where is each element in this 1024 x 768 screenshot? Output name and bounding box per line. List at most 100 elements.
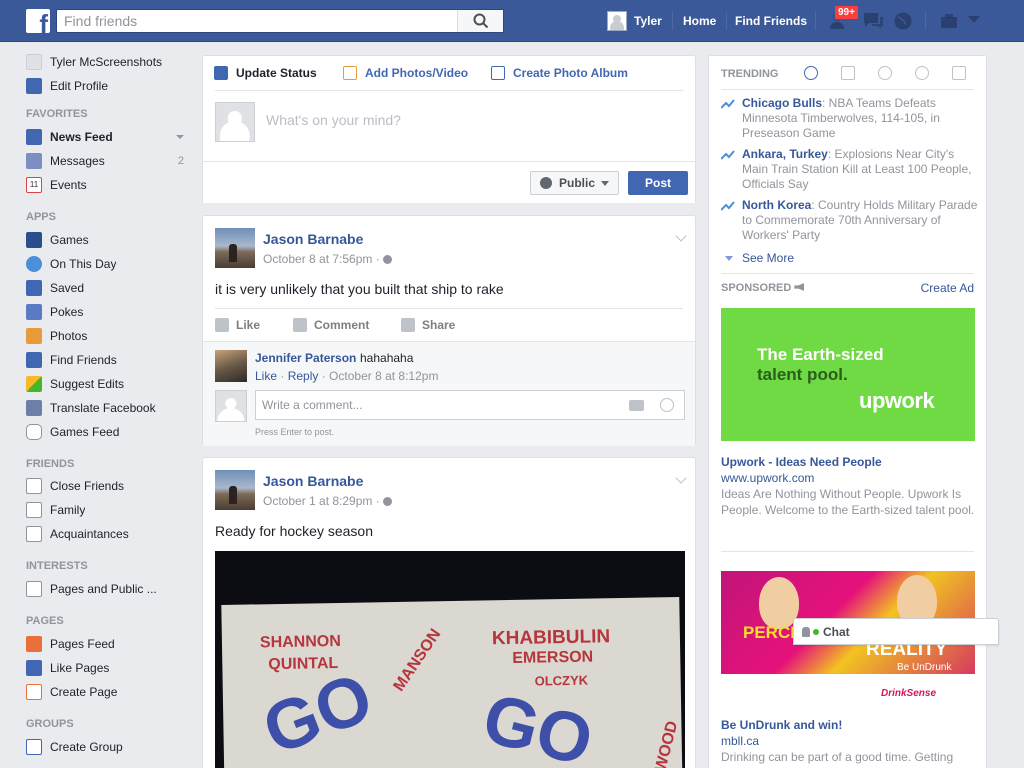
sidebar-item-label: Games — [50, 233, 89, 247]
messages-icon[interactable] — [862, 11, 884, 31]
ad-url-link[interactable]: mbll.ca — [721, 734, 759, 748]
trending-item[interactable]: Ankara, Turkey: Explosions Near City's M… — [721, 147, 979, 192]
ad-image-text: talent pool. — [757, 365, 848, 384]
sidebar-item-messages[interactable]: Messages 2 — [26, 151, 190, 171]
privacy-selector-button[interactable]: Public — [530, 171, 619, 195]
chat-sidebar-tab[interactable]: Chat — [793, 618, 999, 645]
ad-title-link[interactable]: Be UnDrunk and win! — [721, 718, 842, 732]
post-button[interactable]: Post — [628, 171, 688, 195]
share-button[interactable]: Share — [401, 318, 455, 332]
post-author-name[interactable]: Jason Barnabe — [263, 231, 363, 247]
sidebar-item-events[interactable]: 11 Events — [26, 175, 190, 195]
trending-top-icon[interactable] — [804, 66, 818, 80]
nav-find-friends-link[interactable]: Find Friends — [735, 14, 807, 28]
ad-image-upwork[interactable]: The Earth-sized talent pool. upwork — [721, 308, 975, 441]
sidebar-item-close-friends[interactable]: Close Friends — [26, 476, 190, 496]
clock-icon — [26, 256, 42, 272]
sidebar-item-create-page[interactable]: Create Page — [26, 682, 190, 702]
post-photo[interactable]: SHANNON QUINTAL MANSON KHABIBULIN EMERSO… — [215, 551, 685, 768]
search-button[interactable] — [457, 10, 503, 32]
post-options-chevron-down-icon[interactable] — [675, 472, 687, 484]
ad-description: Ideas Are Nothing Without People. Upwork… — [721, 487, 975, 517]
sidebar-item-family[interactable]: Family — [26, 500, 190, 520]
sidebar-item-games-feed[interactable]: Games Feed — [26, 422, 190, 442]
trending-sports-ball-icon[interactable] — [915, 66, 929, 80]
composer-status-input[interactable]: What's on your mind? — [266, 112, 401, 128]
trending-politics-icon[interactable] — [841, 66, 855, 80]
comment-like-link[interactable]: Like — [255, 369, 277, 383]
poster-word: KHABIBULIN — [491, 626, 611, 650]
sidebar-item-profile[interactable]: Tyler McScreenshots — [26, 52, 190, 72]
comment-input[interactable] — [256, 391, 616, 419]
sidebar-item-translate-facebook[interactable]: Translate Facebook — [26, 398, 190, 418]
sidebar-item-games[interactable]: Games — [26, 230, 190, 250]
messages-count: 2 — [177, 155, 184, 167]
nav-profile-link[interactable]: Tyler — [607, 11, 662, 31]
search-input[interactable] — [57, 10, 457, 32]
comments-section: Jennifer Paterson hahahaha Like · Reply … — [203, 341, 695, 446]
sidebar-item-pages-feed[interactable]: Pages Feed — [26, 634, 190, 654]
trending-entertainment-camera-icon[interactable] — [952, 66, 966, 80]
ad-description: Drinking can be part of a good time. Get… — [721, 750, 954, 764]
sidebar-item-on-this-day[interactable]: On This Day — [26, 254, 190, 274]
account-menu-chevron-down-icon[interactable] — [968, 16, 980, 24]
sidebar-item-pokes[interactable]: Pokes — [26, 302, 190, 322]
comment-author-name[interactable]: Jennifer Paterson — [255, 351, 356, 365]
comment-reply-link[interactable]: Reply — [288, 369, 319, 383]
post-timestamp[interactable]: October 8 at 7:56pm · — [263, 252, 393, 266]
news-feed-options-caret-icon[interactable] — [176, 135, 184, 139]
sidebar-item-pages-and-public[interactable]: Pages and Public ... — [26, 579, 190, 599]
poster-word: MANSON — [390, 626, 445, 695]
post-author-avatar[interactable] — [215, 470, 255, 510]
comment-author-avatar[interactable] — [215, 350, 247, 382]
privacy-globe-icon — [383, 255, 393, 264]
sidebar-item-find-friends[interactable]: Find Friends — [26, 350, 190, 370]
post-author-avatar[interactable] — [215, 228, 255, 268]
sidebar-item-suggest-edits[interactable]: Suggest Edits — [26, 374, 190, 394]
trending-item[interactable]: Chicago Bulls: NBA Teams Defeats Minneso… — [721, 96, 979, 141]
sidebar-item-create-group[interactable]: Create Group — [26, 737, 190, 757]
nav-user-name: Tyler — [634, 14, 662, 28]
post-timestamp[interactable]: October 1 at 8:29pm · — [263, 494, 393, 508]
sidebar-item-label: On This Day — [50, 257, 117, 271]
facebook-logo[interactable]: f — [26, 9, 50, 33]
like-button[interactable]: Like — [215, 318, 260, 332]
comment-label: Comment — [314, 318, 370, 332]
comment-button[interactable]: Comment — [293, 318, 369, 332]
ad-title-link[interactable]: Upwork - Ideas Need People — [721, 455, 882, 469]
sidebar-item-acquaintances[interactable]: Acquaintances — [26, 524, 190, 544]
ad-url-link[interactable]: www.upwork.com — [721, 471, 814, 485]
sidebar-item-saved[interactable]: Saved — [26, 278, 190, 298]
sidebar-item-like-pages[interactable]: Like Pages — [26, 658, 190, 678]
sidebar-item-edit-profile[interactable]: Edit Profile — [26, 76, 190, 96]
nav-home-link[interactable]: Home — [683, 14, 716, 28]
sidebar-item-news-feed[interactable]: News Feed — [26, 127, 190, 147]
favorites-header: FAVORITES — [26, 108, 88, 120]
tab-add-photos-video[interactable]: Add Photos/Video — [343, 66, 468, 80]
camera-icon[interactable] — [629, 400, 644, 411]
star-icon — [26, 478, 42, 494]
trending-arrow-icon — [721, 99, 735, 109]
create-ad-link[interactable]: Create Ad — [921, 281, 974, 295]
post-options-chevron-down-icon[interactable] — [675, 230, 687, 242]
comment-time[interactable]: October 8 at 8:12pm — [329, 369, 438, 383]
plus-icon — [26, 684, 42, 700]
translate-icon — [26, 400, 42, 416]
notifications-globe-icon[interactable] — [893, 11, 913, 31]
privacy-shortcuts-icon[interactable] — [940, 11, 958, 31]
trending-science-gear-icon[interactable] — [878, 66, 892, 80]
sidebar-item-photos[interactable]: Photos — [26, 326, 190, 346]
games-icon — [26, 232, 42, 248]
emoji-smiley-icon[interactable] — [660, 398, 674, 412]
share-arrow-icon — [401, 318, 415, 332]
poster-word: SHANNON — [259, 632, 341, 652]
trending-item[interactable]: North Korea: Country Holds Military Para… — [721, 198, 979, 243]
search-box — [56, 9, 504, 33]
photo-album-icon — [491, 66, 505, 80]
apps-header: APPS — [26, 211, 56, 223]
acquaintances-icon — [26, 526, 42, 542]
trending-see-more-link[interactable]: See More — [742, 251, 794, 265]
tab-create-photo-album[interactable]: Create Photo Album — [491, 66, 628, 80]
tab-update-status[interactable]: Update Status — [214, 66, 317, 80]
post-author-name[interactable]: Jason Barnabe — [263, 473, 363, 489]
